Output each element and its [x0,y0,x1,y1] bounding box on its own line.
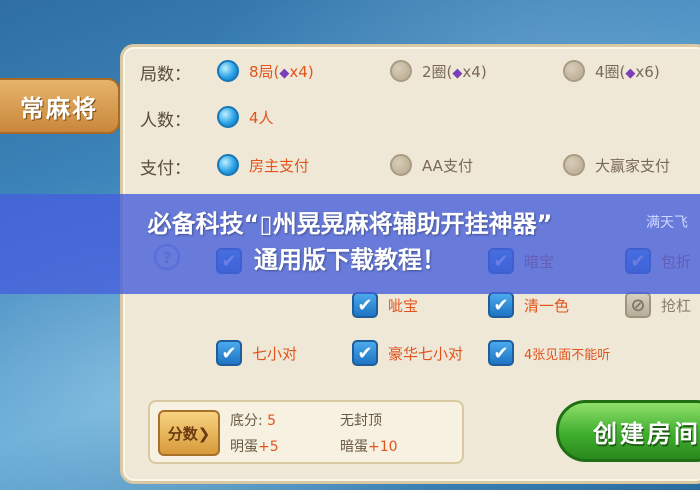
radio-selected-icon[interactable] [217,154,239,176]
rounds-option-2q[interactable]: 2圈(◆x4) [390,60,487,82]
no-cap: 无封顶 [340,413,382,429]
rule-qianggang-text: 抢杠 [661,296,692,315]
rule-qingyise[interactable]: ✔ 清一色 [488,292,569,318]
banner-title: 必备科技“▯州晃晃麻将辅助开挂神器” 通用版下载教程！ [0,206,700,278]
rounds-2q-text: 2圈( [422,62,453,81]
base-score-value: 5 [267,413,277,429]
radio-icon[interactable] [390,154,412,176]
checkbox-checked-icon[interactable]: ✔ [488,340,514,366]
gem-icon: ◆ [625,65,636,81]
rule-qianggang[interactable]: ⊘ 抢杠 [625,292,691,318]
checkbox-checked-icon[interactable]: ✔ [352,340,378,366]
rounds-8-text: 8局( [249,62,280,81]
payment-host-text: 房主支付 [249,156,310,175]
an-egg-label: 暗蛋 [340,439,368,455]
rule-qingyise-text: 清一色 [524,296,570,315]
checkbox-checked-icon[interactable]: ✔ [488,292,514,318]
payment-option-winner[interactable]: 大赢家支付 [563,154,670,176]
rule-haohua-text: 豪华七小对 [388,344,464,363]
banner-line-2: 通用版下载教程！ [254,246,446,274]
radio-icon[interactable] [390,60,412,82]
base-score: 底分: 5 [230,410,276,430]
radio-selected-icon[interactable] [217,106,239,128]
tab-changmajiang[interactable]: 常麻将 [0,78,120,134]
rule-qixiaodui[interactable]: ✔ 七小对 [216,340,297,366]
rule-haohua[interactable]: ✔ 豪华七小对 [352,340,463,366]
an-egg-value: +10 [368,439,398,455]
payment-option-aa[interactable]: AA支付 [390,154,473,176]
checkbox-disabled-icon[interactable]: ⊘ [625,292,651,318]
rule-cibao[interactable]: ✔ 呲宝 [352,292,418,318]
ming-egg-value: +5 [258,439,279,455]
rule-cibao-text: 呲宝 [388,296,419,315]
rounds-4q-suffix: x6) [635,62,660,81]
payment-aa-text: AA支付 [422,156,473,175]
radio-selected-icon[interactable] [217,60,239,82]
base-score-label: 底分: [230,413,263,429]
players-option-4[interactable]: 4人 [217,106,274,128]
checkbox-checked-icon[interactable]: ✔ [216,340,242,366]
rounds-2q-suffix: x4) [462,62,487,81]
rounds-option-8[interactable]: 8局(◆x4) [217,60,314,82]
rule-qixiaodui-text: 七小对 [252,344,298,363]
checkbox-checked-icon[interactable]: ✔ [352,292,378,318]
players-4-text: 4人 [249,108,274,127]
rounds-option-4q[interactable]: 4圈(◆x6) [563,60,660,82]
rounds-4q-text: 4圈( [595,62,626,81]
radio-icon[interactable] [563,60,585,82]
an-egg: 暗蛋+10 [340,436,398,456]
create-room-button[interactable]: 创建房间 [556,400,700,462]
gem-icon: ◆ [452,65,463,81]
rounds-8-suffix: x4) [289,62,314,81]
ming-egg: 明蛋+5 [230,436,279,456]
banner-line-1: 必备科技“▯州晃晃麻将辅助开挂神器” [147,210,553,238]
payment-option-host[interactable]: 房主支付 [217,154,309,176]
payment-winner-text: 大赢家支付 [595,156,671,175]
rule-4zhang[interactable]: ✔ 4张见面不能听 [488,340,610,366]
gem-icon: ◆ [279,65,290,81]
ming-egg-label: 明蛋 [230,439,258,455]
score-button[interactable]: 分数❯ [158,410,220,456]
tab-label: 常麻将 [20,94,98,123]
score-box: 分数❯ 底分: 5 无封顶 明蛋+5 暗蛋+10 [148,400,464,464]
radio-icon[interactable] [563,154,585,176]
rule-4zhang-text: 4张见面不能听 [524,347,611,363]
